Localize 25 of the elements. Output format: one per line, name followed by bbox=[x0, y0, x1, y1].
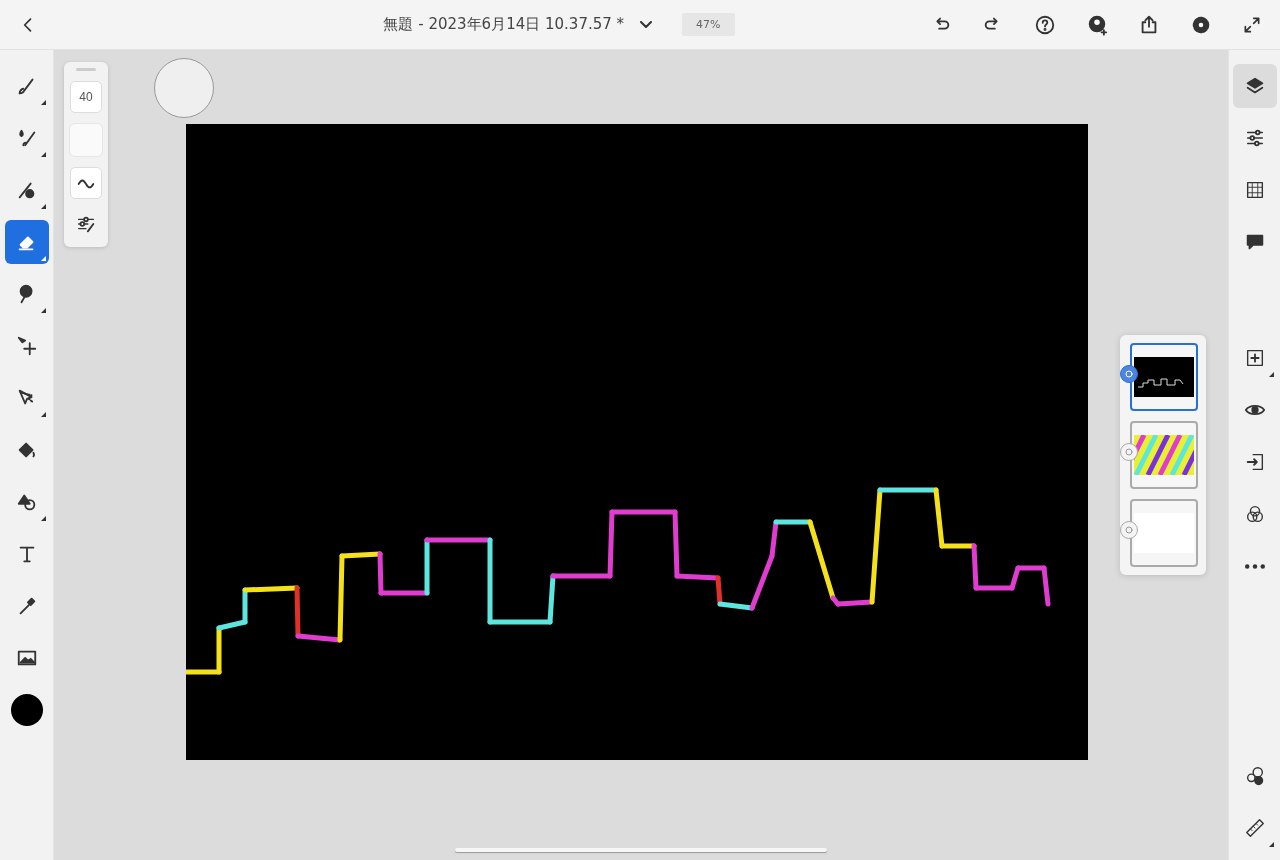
circle-icon bbox=[1123, 524, 1135, 536]
chevron-down-icon bbox=[640, 21, 653, 28]
zoom-level: 47% bbox=[682, 13, 735, 36]
circle-icon bbox=[1123, 368, 1135, 380]
more-icon bbox=[1244, 563, 1265, 569]
panel-button[interactable] bbox=[1232, 64, 1277, 108]
drag-handle[interactable] bbox=[76, 68, 96, 71]
person-add-icon bbox=[1086, 13, 1108, 36]
color-swatch[interactable] bbox=[10, 694, 43, 726]
ruler-icon bbox=[1243, 817, 1266, 839]
layer-thumbnail bbox=[1134, 435, 1194, 475]
scroll-bar[interactable] bbox=[455, 848, 827, 852]
brush-size-button[interactable]: 40 bbox=[70, 81, 102, 113]
circle-icon bbox=[1123, 446, 1135, 458]
expand-icon bbox=[1242, 14, 1262, 35]
document-title: 無題 - 2023年6月14日 10.37.57 * bbox=[383, 15, 625, 34]
layer-thumbnail bbox=[1134, 357, 1194, 397]
move-icon bbox=[15, 335, 38, 357]
layer-thumbnail bbox=[1134, 513, 1194, 553]
layer-thumbnail-button[interactable] bbox=[1130, 499, 1198, 567]
layer-thumbnail-button[interactable] bbox=[1130, 421, 1198, 489]
help-icon bbox=[1034, 13, 1056, 36]
layer-badge[interactable] bbox=[1120, 365, 1138, 383]
pressure-curve-button[interactable] bbox=[70, 167, 102, 199]
layer-thumbnail-button[interactable] bbox=[1130, 343, 1198, 411]
